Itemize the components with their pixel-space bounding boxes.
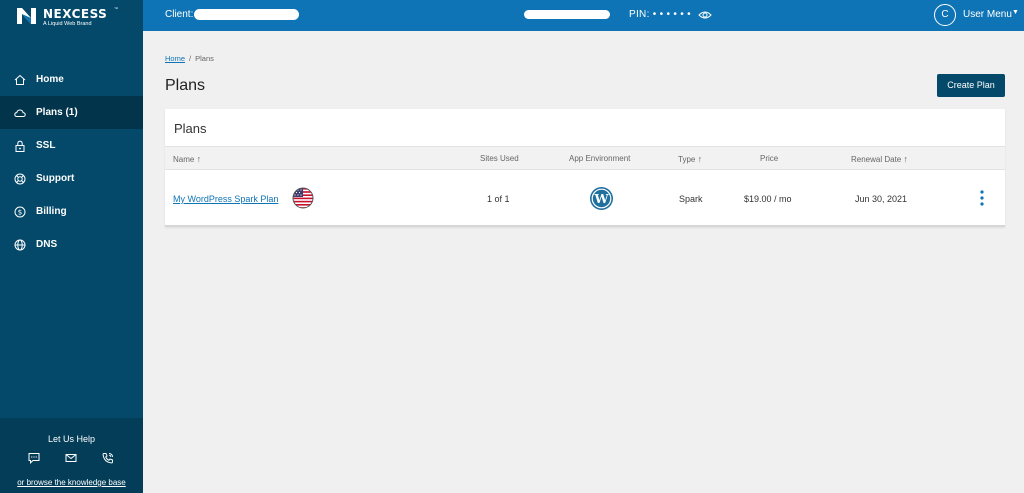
page-title: Plans — [165, 77, 206, 94]
svg-text:W: W — [593, 191, 609, 206]
sidebar-item-billing[interactable]: $ Billing — [0, 195, 143, 228]
help-panel: Let Us Help or browse the knowledge base — [0, 418, 143, 493]
sidebar-item-support[interactable]: Support — [0, 162, 143, 195]
logo-wordmark: NEXCESS — [43, 7, 108, 21]
sidebar-item-label: Support — [36, 173, 75, 184]
cloud-icon — [14, 109, 26, 117]
pin-label: PIN: • • • • • • — [629, 9, 691, 20]
header-redaction — [524, 10, 610, 19]
column-header-renewal-date[interactable]: Renewal Date ↑ — [851, 154, 908, 164]
nexcess-logo[interactable]: NEXCESS ™ A Liquid Web Brand — [16, 6, 136, 27]
chevron-down-icon[interactable]: ▼ — [1012, 9, 1019, 16]
sidebar-nav: Home Plans (1) SSL Support $ Billing DNS — [0, 63, 143, 261]
sidebar-item-label: SSL — [36, 140, 56, 151]
card-title: Plans — [174, 121, 207, 136]
eye-icon[interactable] — [698, 8, 712, 22]
lock-icon — [15, 140, 25, 152]
plans-card: Plans Name ↑ Sites Used App Environment … — [165, 109, 1005, 227]
sort-arrow-icon: ↑ — [697, 154, 703, 164]
dollar-icon: $ — [14, 206, 26, 218]
client-label: Client: — [165, 9, 194, 20]
column-header-sites-used: Sites Used — [480, 154, 519, 163]
wordpress-icon: W — [590, 187, 613, 210]
column-header-name[interactable]: Name ↑ — [173, 154, 201, 164]
mail-icon[interactable] — [65, 452, 77, 464]
globe-icon — [14, 239, 26, 251]
breadcrumb: Home / Plans — [165, 54, 214, 63]
plan-name-link[interactable]: My WordPress Spark Plan — [173, 194, 278, 204]
renewal-date-value: Jun 30, 2021 — [855, 194, 908, 204]
column-header-price: Price — [760, 154, 779, 163]
breadcrumb-separator: / — [189, 54, 192, 63]
breadcrumb-home-link[interactable]: Home — [165, 54, 185, 63]
home-icon — [14, 74, 26, 85]
sidebar-item-label: DNS — [36, 239, 58, 250]
sidebar-item-label: Home — [36, 74, 64, 85]
create-plan-button[interactable]: Create Plan — [937, 74, 1005, 97]
sidebar-item-ssl[interactable]: SSL — [0, 129, 143, 162]
logo-trademark: ™ — [114, 6, 118, 11]
sort-arrow-icon: ↑ — [903, 154, 908, 164]
sidebar-item-dns[interactable]: DNS — [0, 228, 143, 261]
help-title: Let Us Help — [47, 434, 96, 444]
client-redaction — [194, 9, 299, 20]
knowledge-base-link[interactable]: or browse the knowledge base — [0, 478, 143, 487]
sort-arrow-icon: ↑ — [196, 154, 202, 164]
price-value: $19.00 / mo — [744, 194, 792, 204]
column-header-app-environment: App Environment — [569, 154, 631, 163]
avatar[interactable]: C — [934, 4, 956, 26]
sidebar: NEXCESS ™ A Liquid Web Brand Home Plans … — [0, 0, 143, 493]
plan-type-value: Spark — [679, 194, 703, 204]
sidebar-item-label: Plans (1) — [36, 107, 78, 118]
logo-tagline: A Liquid Web Brand — [43, 21, 92, 27]
chat-icon[interactable] — [28, 452, 40, 464]
us-flag-icon — [292, 187, 314, 209]
sidebar-item-plans[interactable]: Plans (1) — [0, 96, 143, 129]
nexcess-logo-icon — [17, 8, 36, 24]
more-options-icon[interactable] — [977, 189, 987, 207]
user-menu[interactable]: User Menu — [963, 9, 1012, 20]
lifebuoy-icon — [14, 173, 26, 185]
column-header-type[interactable]: Type ↑ — [678, 154, 702, 164]
table-row: My WordPress Spark Plan 1 of 1 Spark $19… — [165, 170, 1005, 225]
breadcrumb-current: Plans — [195, 54, 214, 63]
svg-text:$: $ — [18, 209, 22, 217]
sites-used-value: 1 of 1 — [487, 194, 510, 204]
phone-icon[interactable] — [102, 452, 114, 464]
sidebar-item-home[interactable]: Home — [0, 63, 143, 96]
table-header: Name ↑ Sites Used App Environment Type ↑… — [165, 146, 1005, 170]
sidebar-item-label: Billing — [36, 206, 67, 217]
